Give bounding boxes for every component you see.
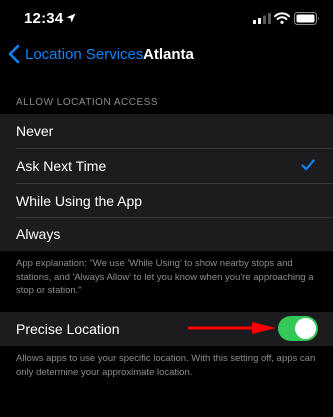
precise-location-row: Precise Location bbox=[0, 312, 333, 346]
section-header: ALLOW LOCATION ACCESS bbox=[16, 97, 159, 108]
back-button[interactable]: Location Services bbox=[8, 42, 143, 66]
status-time: 12:34 bbox=[24, 10, 64, 27]
option-never[interactable]: Never bbox=[0, 114, 333, 148]
page-title: Atlanta bbox=[143, 46, 194, 63]
chevron-left-icon bbox=[8, 44, 20, 64]
location-arrow-icon bbox=[66, 13, 76, 23]
app-explanation-text: App explanation: "We use 'While Using' t… bbox=[16, 258, 314, 296]
precise-location-toggle[interactable] bbox=[278, 316, 318, 341]
back-button-label: Location Services bbox=[25, 45, 144, 63]
option-label: Ask Next Time bbox=[16, 158, 107, 174]
option-ask-next-time[interactable]: Ask Next Time bbox=[0, 149, 333, 183]
precise-location-description: Allows apps to use your specific locatio… bbox=[16, 353, 316, 378]
precise-location-label: Precise Location bbox=[16, 321, 120, 337]
status-bar: 12:34 bbox=[0, 0, 333, 36]
option-while-using-the-app[interactable]: While Using the App bbox=[0, 184, 333, 218]
wifi-icon bbox=[274, 12, 290, 24]
checkmark-icon bbox=[301, 159, 315, 171]
signal-icon bbox=[253, 13, 271, 24]
option-always[interactable]: Always bbox=[0, 217, 333, 251]
navigation-bar: Location Services Atlanta bbox=[0, 36, 333, 72]
option-label: Always bbox=[16, 226, 61, 242]
option-label: Never bbox=[16, 123, 54, 139]
toggle-knob bbox=[295, 318, 316, 339]
battery-icon bbox=[294, 12, 319, 25]
red-arrow-icon bbox=[188, 322, 276, 334]
option-label: While Using the App bbox=[16, 193, 143, 209]
location-access-options: Never Ask Next Time While Using the App … bbox=[0, 114, 333, 251]
